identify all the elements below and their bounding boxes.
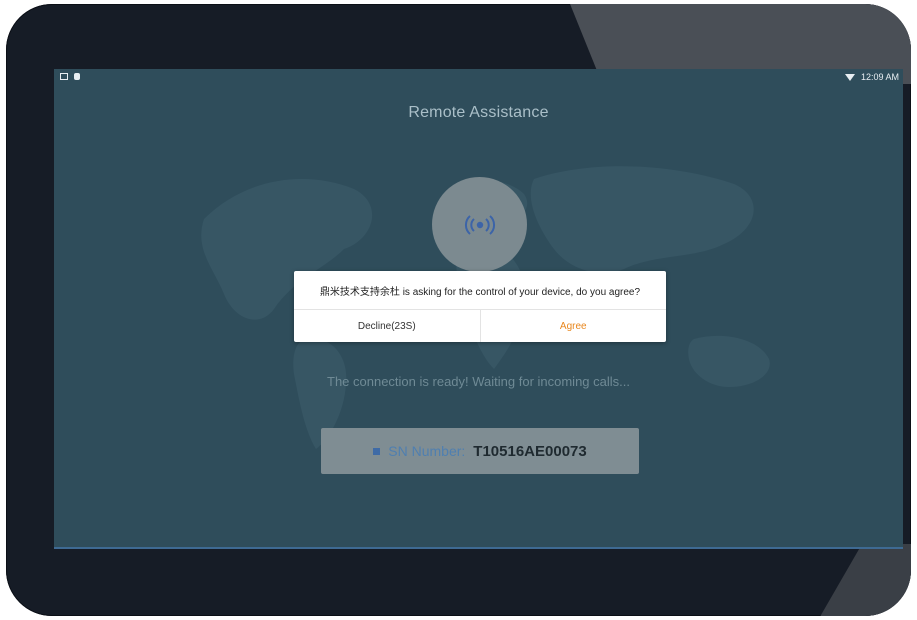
- dialog-buttons: Decline(23S) Agree: [294, 309, 666, 342]
- sd-card-icon: [60, 73, 68, 80]
- agree-button[interactable]: Agree: [481, 310, 667, 342]
- sn-value: T10516AE00073: [473, 442, 587, 460]
- status-bar: 12:09 AM: [54, 69, 903, 87]
- dialog-message: 鼎米技术支持余杜 is asking for the control of yo…: [319, 286, 641, 298]
- control-request-dialog: 鼎米技术支持余杜 is asking for the control of yo…: [294, 271, 666, 342]
- page-title: Remote Assistance: [408, 104, 549, 121]
- broadcast-button: [432, 177, 527, 272]
- broadcast-icon: [464, 214, 495, 235]
- frame-glare-bottom: [810, 544, 911, 616]
- decline-button[interactable]: Decline(23S): [294, 310, 481, 342]
- sn-number-panel: SN Number: T10516AE00073: [321, 428, 639, 474]
- device-frame: 12:09 AM Remote Assistance The connectio…: [6, 4, 911, 616]
- wifi-icon: [844, 73, 855, 81]
- device-screen: 12:09 AM Remote Assistance The connectio…: [54, 69, 903, 549]
- sn-label: SN Number:: [388, 443, 466, 459]
- sn-bullet-icon: [373, 447, 381, 455]
- notification-dot-icon: [74, 73, 80, 80]
- ready-message: The connection is ready! Waiting for inc…: [327, 374, 630, 389]
- status-time: 12:09 AM: [860, 72, 899, 82]
